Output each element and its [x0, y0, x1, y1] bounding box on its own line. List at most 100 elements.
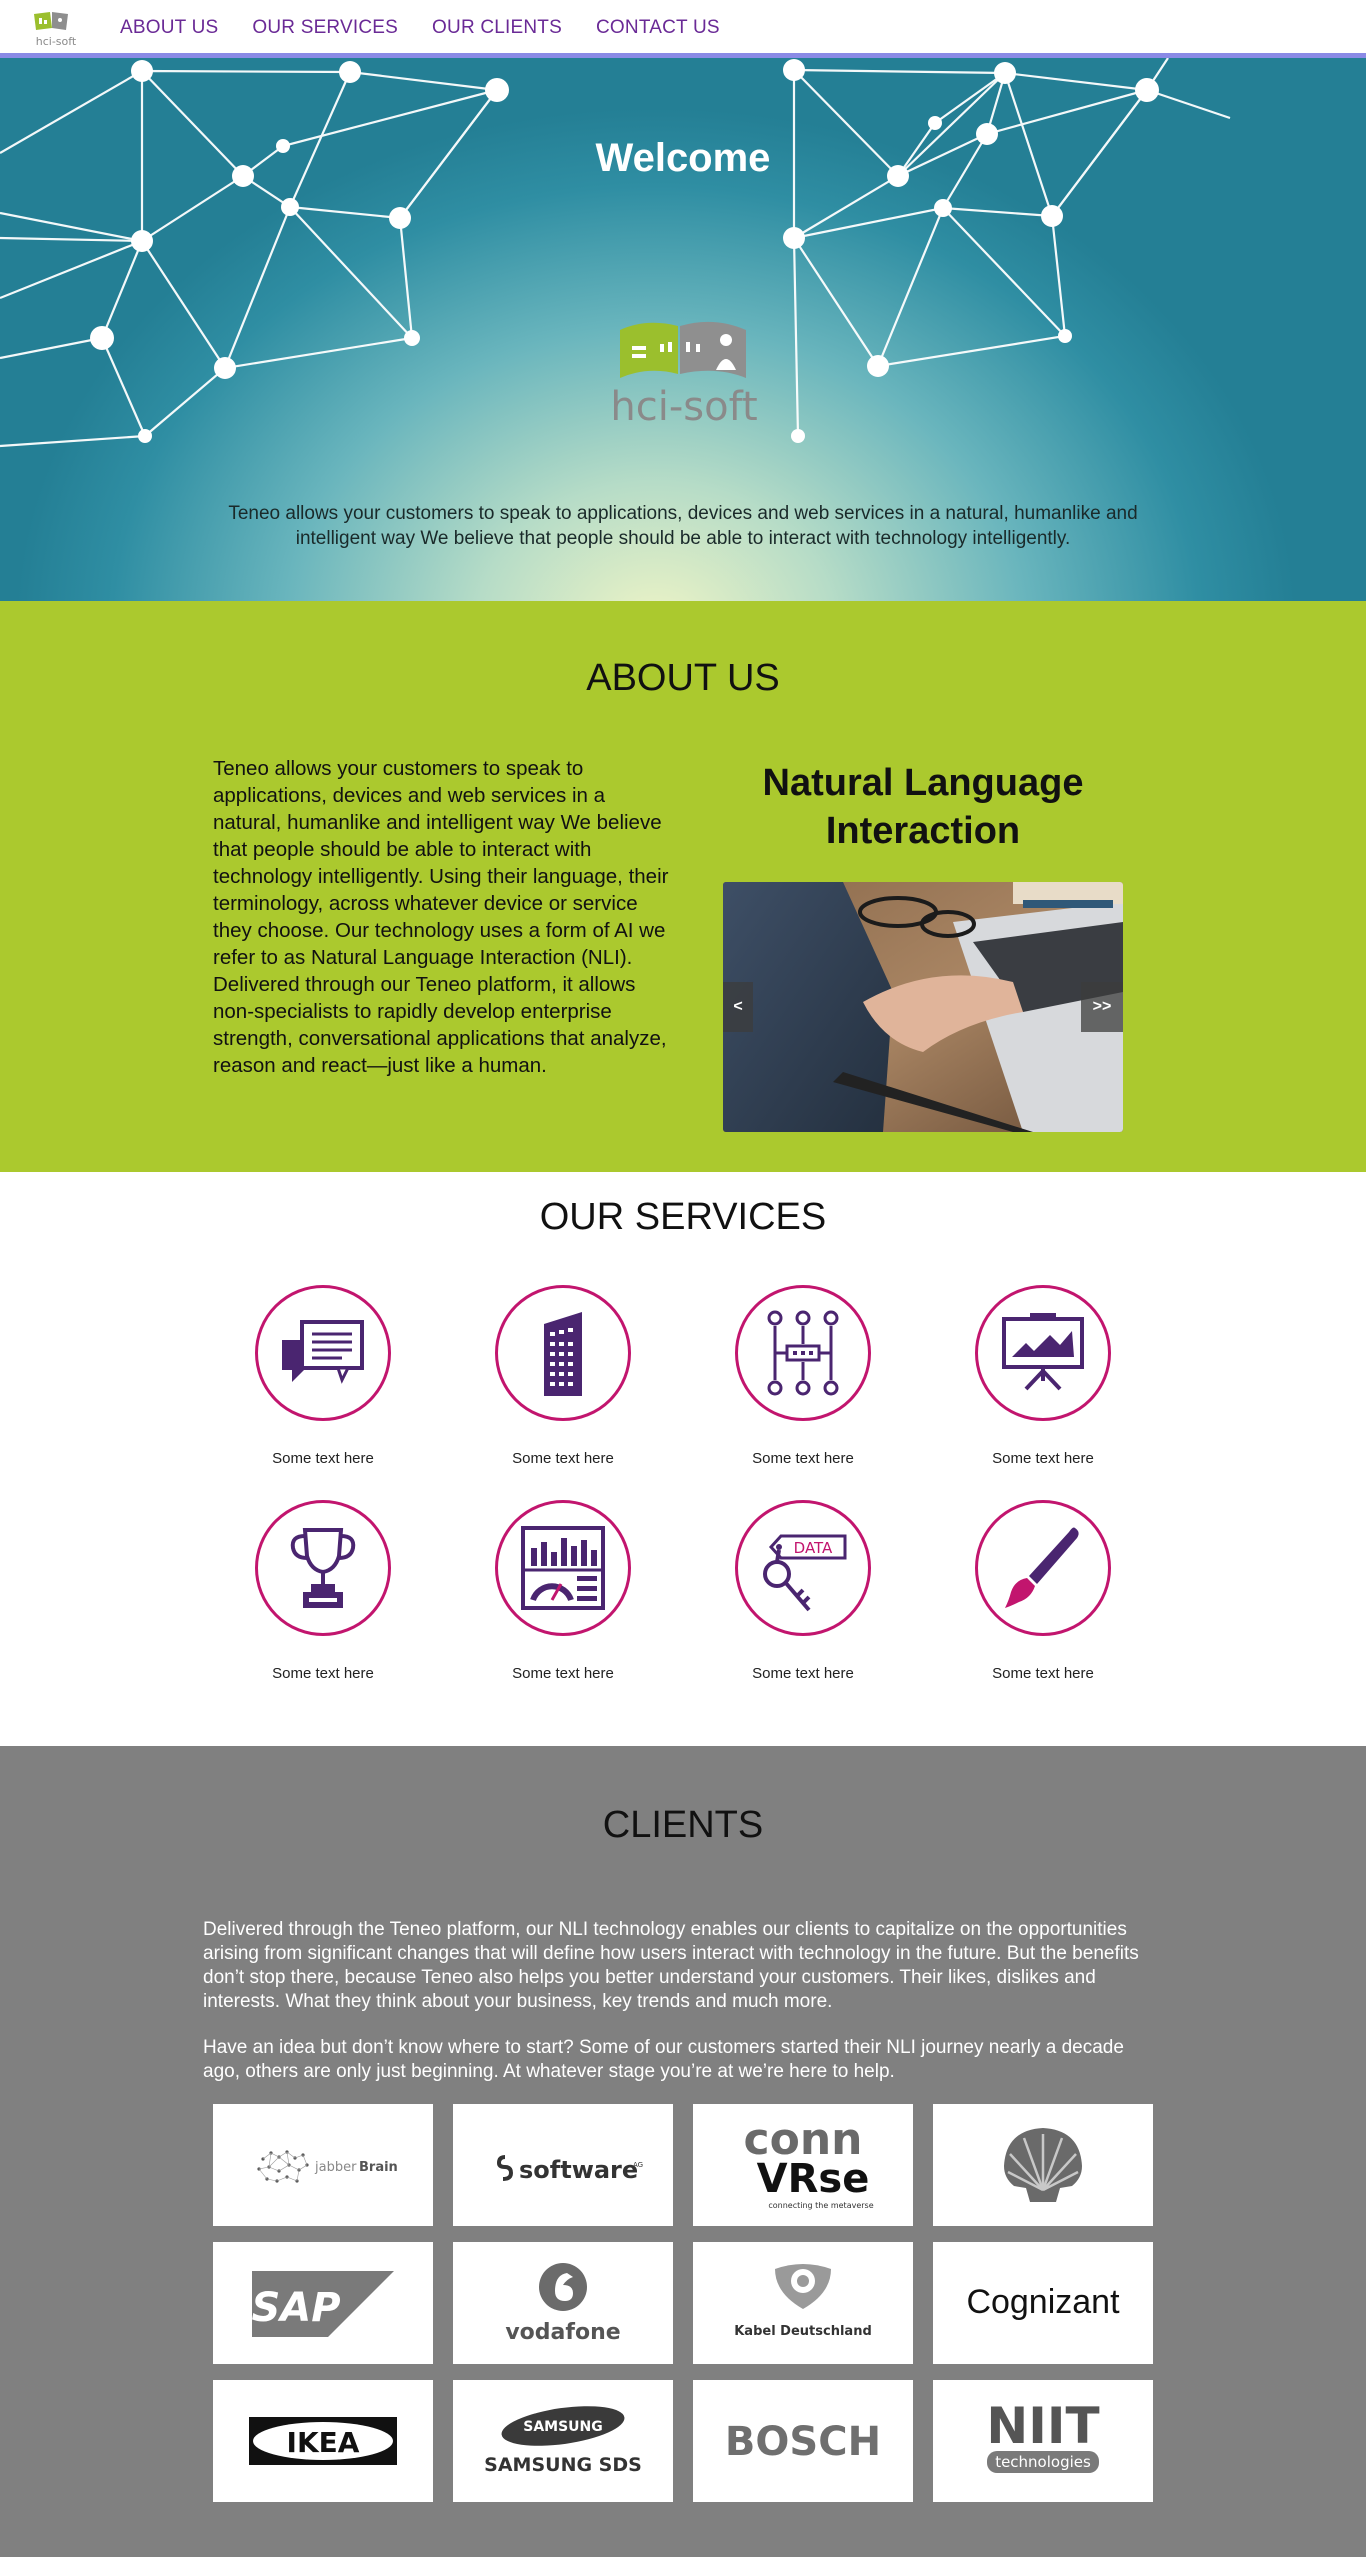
service-item[interactable]: Some text here: [463, 1500, 663, 1682]
service-label: Some text here: [992, 1450, 1094, 1467]
paintbrush-icon: [1005, 1527, 1079, 1608]
software-ag-logo: software AG: [496, 2155, 643, 2184]
client-logo-software-ag[interactable]: software AG: [453, 2104, 673, 2226]
chat-document-icon: [282, 1320, 364, 1384]
client-logo-kabel-deutschland[interactable]: Kabel Deutschland: [693, 2242, 913, 2364]
services-heading: OUR SERVICES: [539, 1196, 827, 1238]
client-logo-bosch[interactable]: BOSCH: [693, 2380, 913, 2502]
hero-title: Welcome: [595, 136, 771, 180]
vodafone-logo: vodafone: [505, 2263, 621, 2345]
cognizant-logo: Cognizant: [966, 2283, 1120, 2321]
client-logo-connverse[interactable]: conn VRse connecting the metaverse: [693, 2104, 913, 2226]
svg-text:SAP: SAP: [251, 2285, 340, 2331]
svg-text:Cognizant: Cognizant: [966, 2283, 1120, 2321]
svg-text:Kabel Deutschland: Kabel Deutschland: [734, 2324, 872, 2339]
hero-banner: Welcome hci-soft Teneo allows your custo…: [0, 58, 1366, 601]
kabel-deutschland-logo: Kabel Deutschland: [734, 2264, 872, 2339]
svg-text:BOSCH: BOSCH: [725, 2419, 881, 2465]
ikea-logo: IKEA: [249, 2417, 397, 2465]
top-navbar: hci-soft ABOUT US OUR SERVICES OUR CLIEN…: [0, 0, 1366, 58]
main-menu: ABOUT US OUR SERVICES OUR CLIENTS CONTAC…: [120, 17, 720, 39]
client-logo-samsung-sds[interactable]: SAMSUNG SAMSUNG SDS: [453, 2380, 673, 2502]
services-section: OUR SERVICES Some text here Some text he…: [0, 1172, 1366, 1746]
samsung-sds-logo: SAMSUNG SAMSUNG SDS: [484, 2406, 642, 2476]
about-heading: ABOUT US: [586, 657, 780, 699]
about-section: ABOUT US Teneo allows your customers to …: [0, 601, 1366, 1172]
service-item[interactable]: Some text here: [943, 1500, 1143, 1682]
service-label: Some text here: [992, 1665, 1094, 1682]
nav-link-contact-us[interactable]: CONTACT US: [596, 17, 720, 39]
svg-text:vodafone: vodafone: [505, 2320, 620, 2345]
service-item[interactable]: Some text here: [223, 1285, 423, 1467]
service-item[interactable]: DATA Some text here: [703, 1500, 903, 1682]
service-icon-ring: [495, 1500, 631, 1636]
connverse-logo: conn VRse connecting the metaverse: [744, 2114, 874, 2210]
hci-soft-logo: hci-soft: [610, 321, 758, 430]
service-item[interactable]: Some text here: [703, 1285, 903, 1467]
nav-link-about-us[interactable]: ABOUT US: [120, 17, 218, 39]
svg-text:software: software: [519, 2156, 638, 2184]
svg-text:jabber: jabber: [314, 2160, 357, 2175]
client-logo-vodafone[interactable]: vodafone: [453, 2242, 673, 2364]
svg-text:VRse: VRse: [757, 2156, 870, 2202]
clients-paragraph-1: Delivered through the Teneo platform, ou…: [203, 1919, 1139, 2012]
client-logo-shell[interactable]: [933, 2104, 1153, 2226]
svg-text:hci-soft: hci-soft: [610, 384, 757, 430]
svg-text:SAMSUNG: SAMSUNG: [523, 2419, 603, 2435]
service-icon-ring: [495, 1285, 631, 1421]
data-key-icon: DATA: [763, 1534, 847, 1612]
svg-text:Brain: Brain: [359, 2160, 398, 2175]
client-logo-cognizant[interactable]: Cognizant: [933, 2242, 1153, 2364]
about-body: Teneo allows your customers to speak to …: [213, 757, 669, 1077]
bosch-logo: BOSCH: [725, 2419, 881, 2465]
clients-heading: CLIENTS: [602, 1804, 764, 1846]
svg-text:technologies: technologies: [995, 2453, 1091, 2471]
trophy-icon: [290, 1528, 356, 1608]
service-icon-ring: [975, 1285, 1111, 1421]
service-label: Some text here: [512, 1450, 614, 1467]
service-label: Some text here: [272, 1450, 374, 1467]
service-label: Some text here: [272, 1665, 374, 1682]
service-label: Some text here: [752, 1450, 854, 1467]
image-slider: < >>: [723, 882, 1123, 1132]
slider-prev-button[interactable]: <: [723, 982, 753, 1032]
hci-soft-logo-small[interactable]: hci-soft: [28, 8, 84, 52]
building-icon: [544, 1312, 582, 1396]
hero-description: Teneo allows your customers to speak to …: [228, 503, 1138, 549]
service-icon-ring: [255, 1500, 391, 1636]
sap-logo: SAP: [251, 2271, 394, 2337]
client-logo-ikea[interactable]: IKEA: [213, 2380, 433, 2502]
service-label: Some text here: [752, 1665, 854, 1682]
clients-section: CLIENTS Delivered through the Teneo plat…: [0, 1746, 1366, 2557]
slider-next-button[interactable]: >>: [1081, 982, 1123, 1032]
clients-paragraph-2: Have an idea but don’t know where to sta…: [203, 2037, 1124, 2082]
client-logo-sap[interactable]: SAP: [213, 2242, 433, 2364]
dashboard-icon: [521, 1526, 605, 1610]
service-item[interactable]: Some text here: [943, 1285, 1143, 1467]
service-icon-ring: [735, 1285, 871, 1421]
shell-logo: [1004, 2128, 1082, 2202]
jabberbrain-logo: jabber Brain: [257, 2150, 398, 2183]
workflow-diagram-icon: [767, 1310, 839, 1396]
nav-link-our-clients[interactable]: OUR CLIENTS: [432, 17, 562, 39]
service-label: Some text here: [512, 1665, 614, 1682]
client-logo-niit[interactable]: NIIT technologies: [933, 2380, 1153, 2502]
client-logo-jabberbrain[interactable]: jabber Brain: [213, 2104, 433, 2226]
svg-text:hci-soft: hci-soft: [36, 35, 77, 48]
svg-text:AG: AG: [633, 2161, 643, 2169]
service-icon-ring: [975, 1500, 1111, 1636]
svg-text:DATA: DATA: [794, 1539, 833, 1557]
svg-text:connecting the metaverse: connecting the metaverse: [768, 2201, 873, 2210]
service-icon-ring: DATA: [735, 1500, 871, 1636]
service-icon-ring: [255, 1285, 391, 1421]
service-item[interactable]: Some text here: [463, 1285, 663, 1467]
svg-text:IKEA: IKEA: [287, 2426, 360, 2459]
svg-text:NIIT: NIIT: [986, 2397, 1099, 2455]
nav-link-our-services[interactable]: OUR SERVICES: [252, 17, 398, 39]
service-item[interactable]: Some text here: [223, 1500, 423, 1682]
laptop-photo: [723, 882, 1123, 1132]
niit-logo: NIIT technologies: [986, 2397, 1100, 2473]
presentation-board-icon: [1002, 1313, 1084, 1391]
feature-title: Natural Language Interaction: [762, 762, 1084, 852]
svg-text:SAMSUNG SDS: SAMSUNG SDS: [484, 2454, 642, 2476]
